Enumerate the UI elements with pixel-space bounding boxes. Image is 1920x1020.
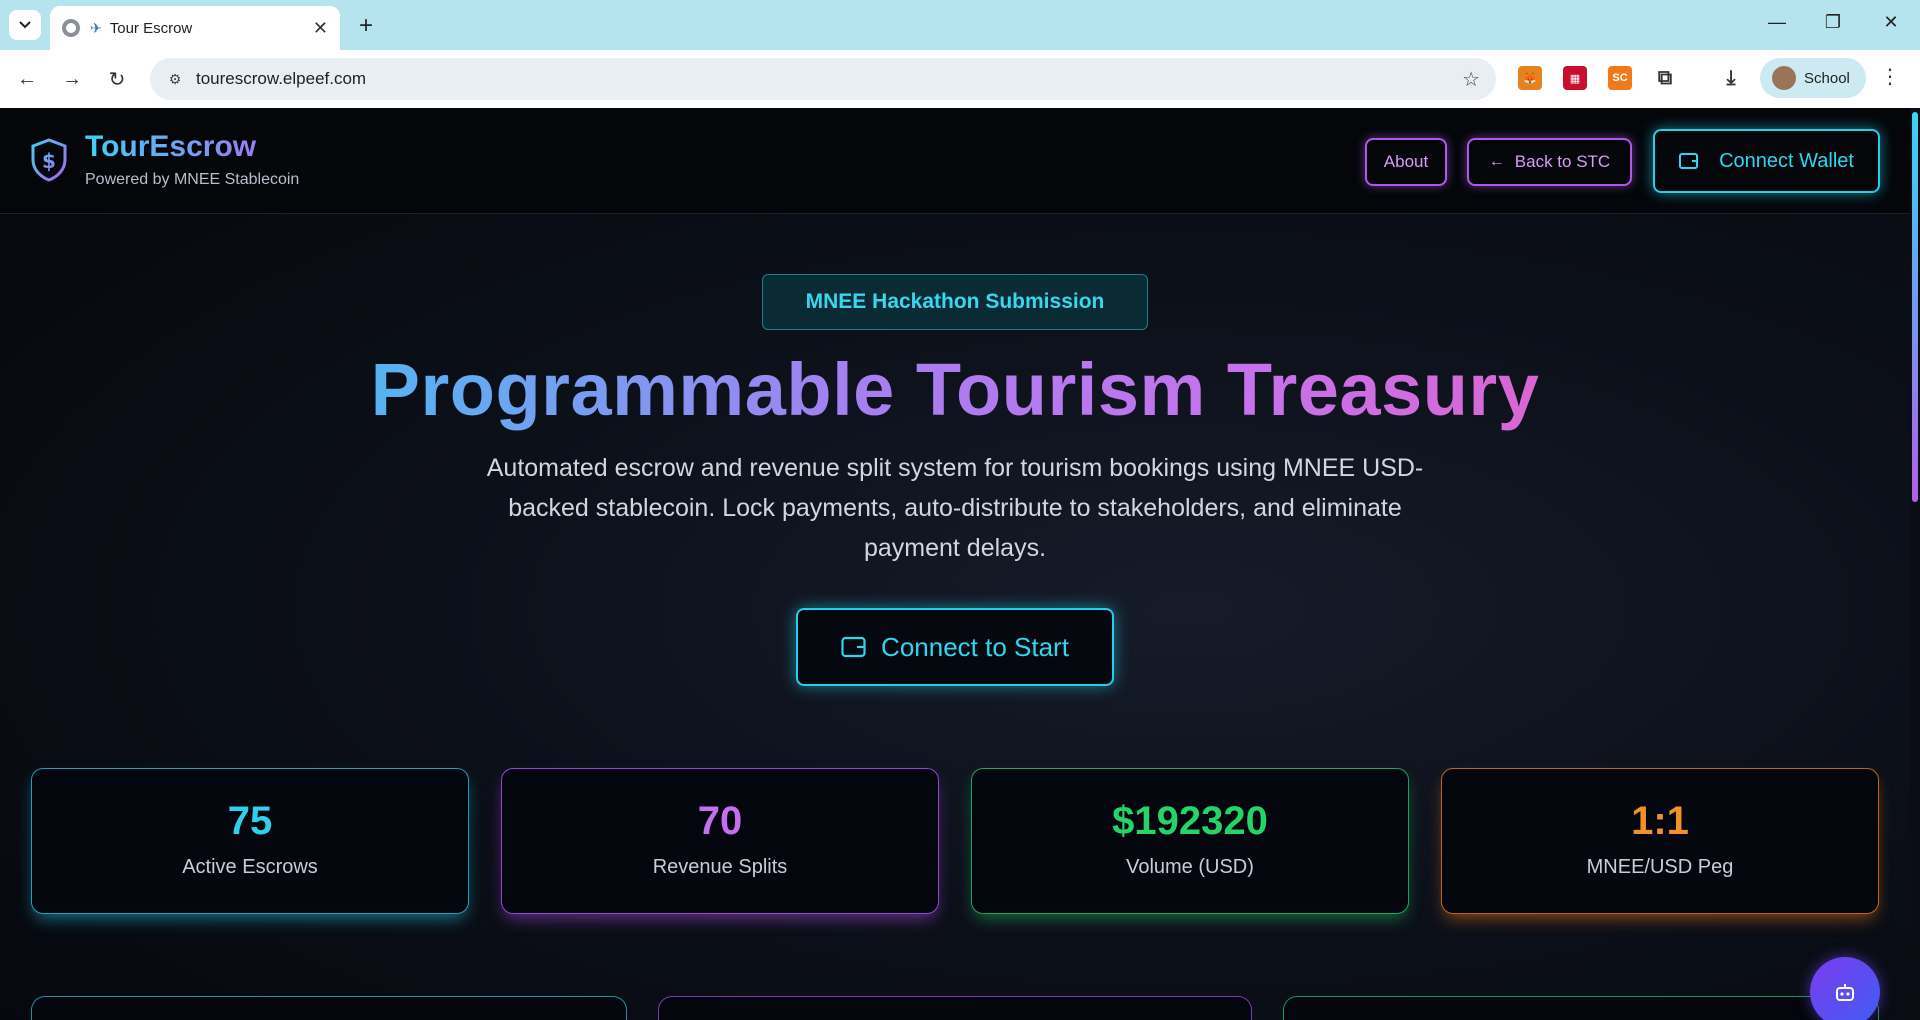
puzzle-extension-icon[interactable]: ⧉ bbox=[1653, 66, 1677, 90]
feature-card bbox=[658, 996, 1252, 1020]
arrow-left-icon: ← bbox=[1488, 153, 1505, 170]
download-icon[interactable]: ⤓ bbox=[1719, 66, 1743, 90]
hero-description: Automated escrow and revenue split syste… bbox=[486, 454, 1424, 562]
sc-extension-icon[interactable]: SC bbox=[1608, 66, 1632, 90]
stat-value: 1:1 bbox=[1631, 799, 1689, 843]
stat-card-revenue-splits: 70 Revenue Splits bbox=[501, 768, 939, 914]
stat-label: MNEE/USD Peg bbox=[1586, 856, 1734, 878]
window-close-icon[interactable]: ✕ bbox=[1876, 12, 1906, 33]
connect-wallet-button[interactable]: Connect Wallet bbox=[1653, 129, 1880, 193]
brand-subtitle: Powered by MNEE Stablecoin bbox=[85, 171, 300, 188]
stat-card-peg: 1:1 MNEE/USD Peg bbox=[1441, 768, 1879, 914]
site-settings-icon[interactable]: ⚙ bbox=[164, 68, 186, 90]
connect-to-start-button[interactable]: Connect to Start bbox=[796, 608, 1114, 686]
red-extension-icon[interactable]: ▦ bbox=[1563, 66, 1587, 90]
brand-name[interactable]: TourEscrow bbox=[85, 130, 256, 164]
back-to-stc-label: Back to STC bbox=[1514, 152, 1611, 171]
reload-icon[interactable]: ↻ bbox=[102, 64, 132, 94]
scrollbar-thumb[interactable] bbox=[1912, 112, 1918, 502]
connect-to-start-label: Connect to Start bbox=[881, 631, 1069, 662]
connect-wallet-label: Connect Wallet bbox=[1719, 149, 1854, 172]
about-button[interactable]: About bbox=[1365, 138, 1447, 186]
tab-search-button[interactable] bbox=[9, 10, 41, 40]
profile-name: School bbox=[1804, 69, 1850, 87]
address-bar[interactable]: ⚙ tourescrow.elpeef.com ☆ bbox=[150, 58, 1496, 100]
stat-value: 70 bbox=[697, 799, 743, 843]
wallet-icon bbox=[841, 636, 866, 658]
bookmark-star-icon[interactable]: ☆ bbox=[1462, 67, 1480, 92]
url-text: tourescrow.elpeef.com bbox=[196, 69, 367, 88]
back-arrow-icon[interactable]: ← bbox=[12, 64, 42, 94]
tab-title: Tour Escrow bbox=[109, 19, 193, 37]
browser-tab[interactable]: ✈ Tour Escrow ✕ bbox=[50, 6, 340, 50]
profile-button[interactable]: School bbox=[1760, 58, 1866, 98]
page-scrollbar[interactable] bbox=[1910, 108, 1920, 1020]
new-tab-button[interactable]: + bbox=[352, 12, 380, 40]
feature-card bbox=[1283, 996, 1879, 1020]
robot-icon bbox=[1836, 984, 1854, 1001]
browser-tab-bar: ✈ Tour Escrow ✕ + — ❐ ✕ bbox=[0, 0, 1920, 50]
shield-dollar-logo-icon: $ bbox=[31, 138, 67, 182]
minimize-icon[interactable]: — bbox=[1762, 12, 1792, 33]
back-to-stc-button[interactable]: ← Back to STC bbox=[1467, 138, 1632, 186]
avatar bbox=[1772, 66, 1796, 90]
page-content: $ TourEscrow Powered by MNEE Stablecoin … bbox=[0, 108, 1920, 1020]
stat-label: Revenue Splits bbox=[652, 856, 788, 878]
svg-text:$: $ bbox=[42, 149, 56, 173]
stat-card-active-escrows: 75 Active Escrows bbox=[31, 768, 469, 914]
hackathon-badge: MNEE Hackathon Submission bbox=[762, 274, 1148, 330]
airplane-icon: ✈ bbox=[90, 19, 102, 36]
chatbot-button[interactable] bbox=[1810, 957, 1880, 1020]
stat-label: Volume (USD) bbox=[1126, 856, 1254, 878]
forward-arrow-icon[interactable]: → bbox=[57, 64, 87, 94]
globe-icon bbox=[62, 19, 80, 37]
site-header: $ TourEscrow Powered by MNEE Stablecoin … bbox=[0, 108, 1910, 214]
close-tab-icon[interactable]: ✕ bbox=[313, 18, 328, 39]
browser-toolbar: ← → ↻ ⚙ tourescrow.elpeef.com ☆ 🦊 ▦ SC ⧉… bbox=[0, 50, 1920, 108]
restore-icon[interactable]: ❐ bbox=[1818, 12, 1848, 33]
browser-menu-icon[interactable]: ⋮ bbox=[1880, 64, 1900, 89]
stat-value: 75 bbox=[227, 799, 273, 843]
stat-value: $192320 bbox=[1112, 799, 1268, 843]
feature-card bbox=[31, 996, 627, 1020]
chevron-down-icon bbox=[19, 21, 31, 29]
stat-label: Active Escrows bbox=[182, 856, 318, 878]
metamask-extension-icon[interactable]: 🦊 bbox=[1518, 66, 1542, 90]
wallet-icon bbox=[1679, 153, 1699, 169]
hero-title: Programmable Tourism Treasury bbox=[0, 346, 1910, 435]
stat-card-volume: $192320 Volume (USD) bbox=[971, 768, 1409, 914]
